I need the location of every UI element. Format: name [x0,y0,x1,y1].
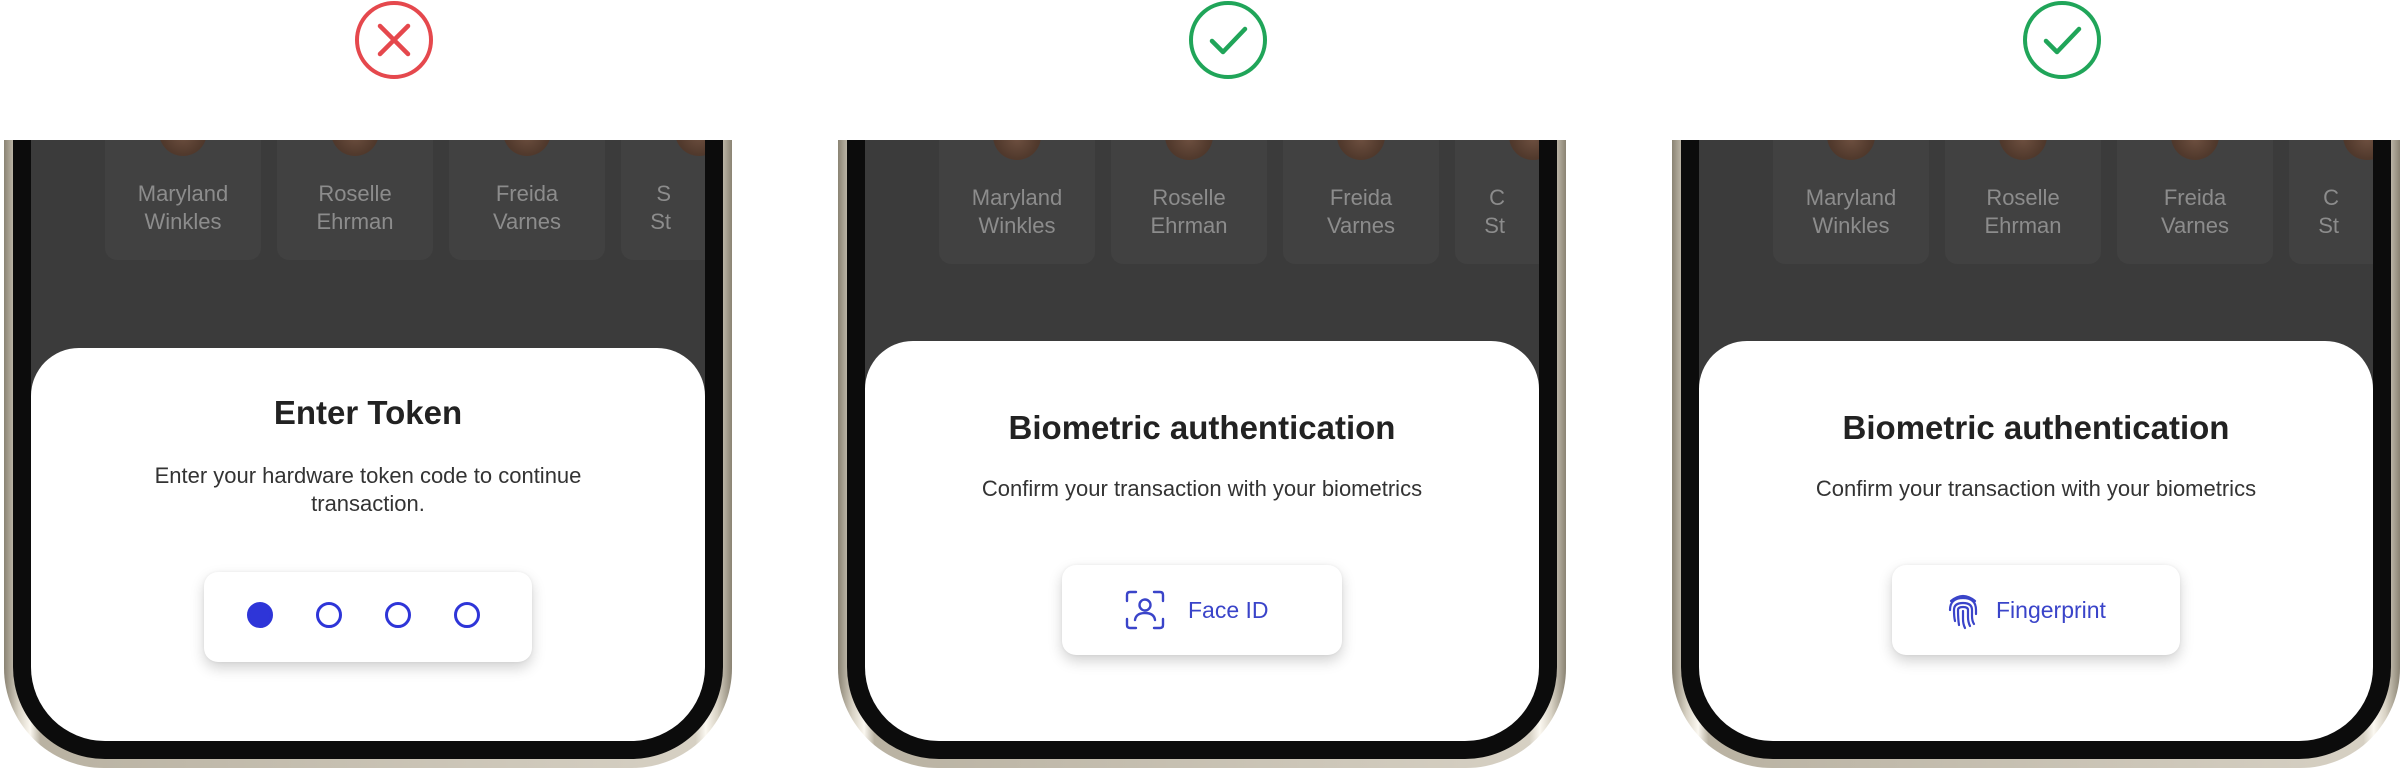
phone-screen: Maryland Winkles Roselle Ehrman Freida V… [1699,140,2373,741]
sheet-description: Confirm your transaction with your biome… [981,476,1423,501]
contact-card[interactable]: S St [621,140,705,260]
sheet-description: Enter your hardware token code to contin… [154,463,582,516]
check-circle-icon [1189,1,1267,79]
contact-card[interactable]: Freida Varnes [2117,140,2273,264]
contact-name: Roselle Ehrman [1984,185,2062,238]
avatar [2343,140,2373,160]
sheet-title: Enter Token [273,394,463,431]
avatar [675,140,705,156]
example-panel-correct: Maryland Winkles Roselle Ehrman Freida V… [838,0,1618,768]
fingerprint-label: Fingerprint [1996,597,2106,623]
phone-mockup: Maryland Winkles Roselle Ehrman Freida V… [838,140,1566,768]
token-digit-filled [247,602,273,628]
example-panel-incorrect: Maryland Winkles Roselle Ehrman Freida V… [4,0,784,768]
avatar [159,140,207,156]
phone-mockup: Maryland Winkles Roselle Ehrman Freida V… [4,140,732,768]
contact-name: Maryland Winkles [971,185,1063,238]
fingerprint-button[interactable]: Fingerprint [1892,565,2180,655]
face-id-button[interactable]: Face ID [1062,565,1342,655]
sheet-description: Confirm your transaction with your biome… [1815,476,2257,501]
contact-card[interactable]: C St [1455,140,1539,264]
token-input[interactable] [204,572,532,662]
contact-name: Maryland Winkles [137,181,229,234]
sheet-title: Biometric authentication [1008,409,1396,446]
contact-name: C St [2318,185,2339,238]
check-circle-icon [2023,1,2101,79]
contact-name: Freida Varnes [1326,185,1396,238]
avatar [1999,140,2047,160]
avatar [993,140,1041,160]
avatar [503,140,551,156]
avatar [1165,140,1213,160]
contact-name: C St [1484,185,1505,238]
contact-card[interactable]: Freida Varnes [449,140,605,260]
sheet-title: Biometric authentication [1842,409,2230,446]
contact-card[interactable]: Maryland Winkles [1773,140,1929,264]
token-digit-empty [316,602,342,628]
fingerprint-icon [1948,594,1978,630]
contact-list: Maryland Winkles Roselle Ehrman Freida V… [939,140,1539,266]
contact-name: Roselle Ehrman [316,181,394,234]
phone-mockup: Maryland Winkles Roselle Ehrman Freida V… [1672,140,2400,768]
face-id-icon [1125,590,1165,630]
bottom-sheet: Biometric authentication Confirm your tr… [1699,341,2373,741]
contact-name: S St [650,181,671,234]
contact-card[interactable]: Roselle Ehrman [277,140,433,260]
example-panel-correct: Maryland Winkles Roselle Ehrman Freida V… [1672,0,2401,768]
contact-name: Roselle Ehrman [1150,185,1228,238]
x-circle-icon [355,1,433,79]
phone-screen: Maryland Winkles Roselle Ehrman Freida V… [865,140,1539,741]
contact-card[interactable]: Maryland Winkles [105,140,261,260]
contact-card[interactable]: Roselle Ehrman [1945,140,2101,264]
token-digit-empty [385,602,411,628]
contact-list: Maryland Winkles Roselle Ehrman Freida V… [105,140,705,262]
contact-name: Freida Varnes [492,181,562,234]
bottom-sheet: Enter Token Enter your hardware token co… [31,348,705,741]
contact-name: Maryland Winkles [1805,185,1897,238]
avatar [2171,140,2219,160]
contact-card[interactable]: Maryland Winkles [939,140,1095,264]
avatar [1827,140,1875,160]
contact-list: Maryland Winkles Roselle Ehrman Freida V… [1773,140,2373,266]
phone-screen: Maryland Winkles Roselle Ehrman Freida V… [31,140,705,741]
contact-card[interactable]: Freida Varnes [1283,140,1439,264]
face-id-label: Face ID [1188,597,1269,623]
token-digit-empty [454,602,480,628]
avatar [331,140,379,156]
contact-card[interactable]: Roselle Ehrman [1111,140,1267,264]
contact-name: Freida Varnes [2160,185,2230,238]
avatar [1337,140,1385,160]
avatar [1509,140,1539,160]
bottom-sheet: Biometric authentication Confirm your tr… [865,341,1539,741]
contact-card[interactable]: C St [2289,140,2373,264]
